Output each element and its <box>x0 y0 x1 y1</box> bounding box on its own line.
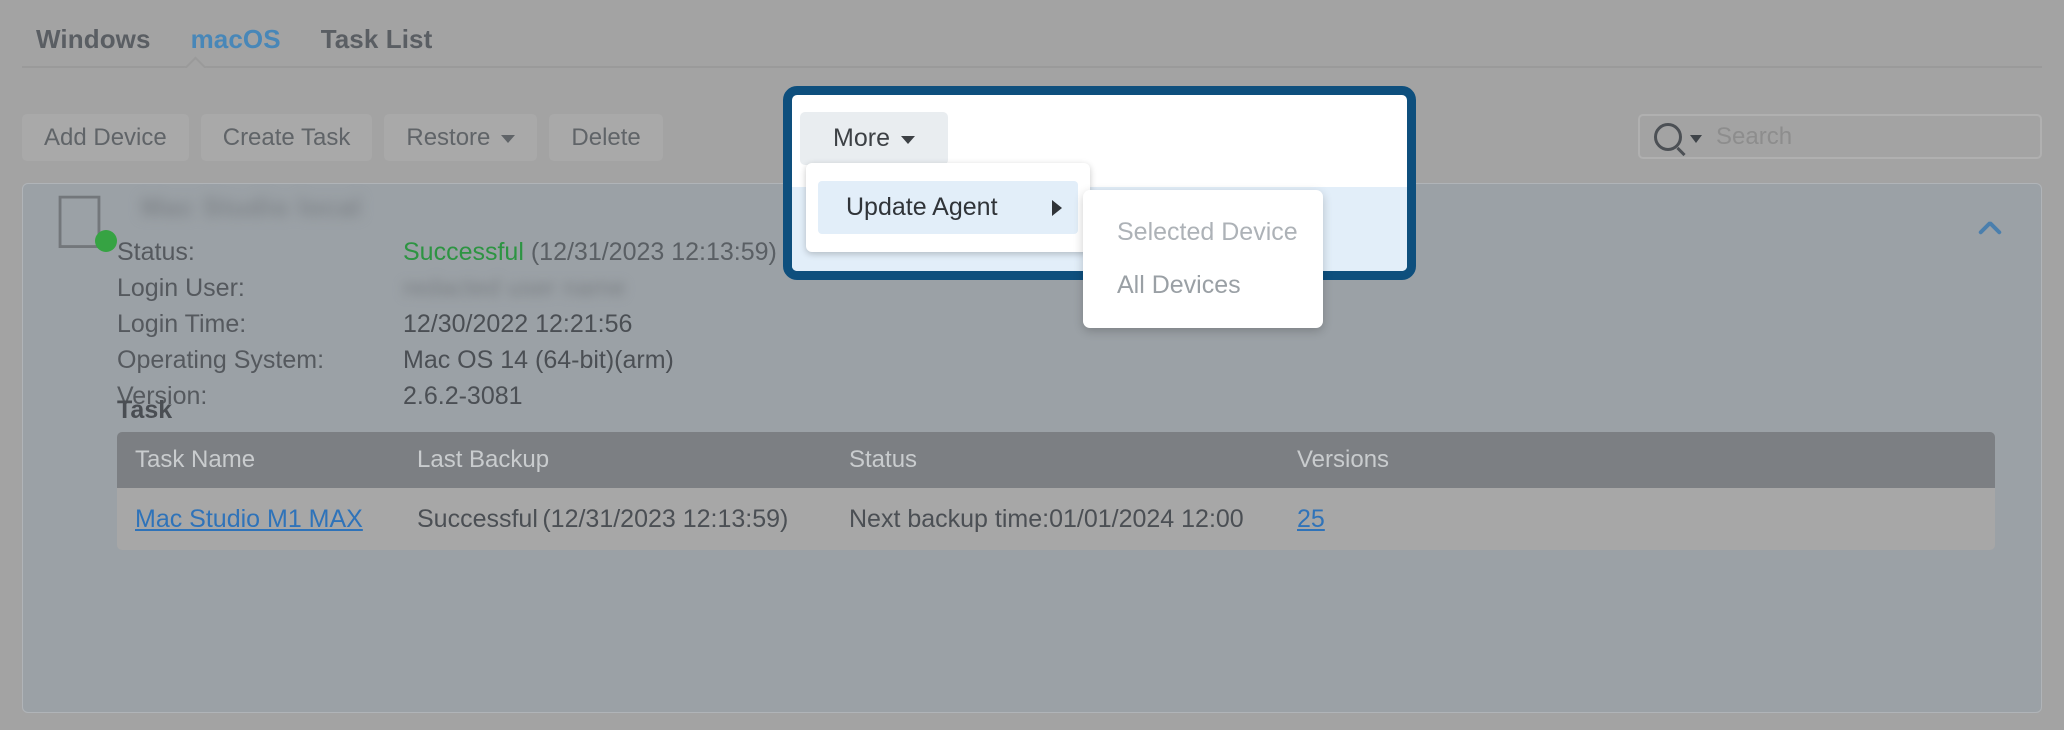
info-label: Operating System: <box>117 345 325 374</box>
row-status: Next backup time:01/01/2024 12:00 <box>849 504 1244 533</box>
status-text: Successful <box>403 237 524 266</box>
info-label: Status: <box>117 237 195 266</box>
page-root: Windows macOS Task List Add Device Creat… <box>0 0 2064 730</box>
delete-button[interactable]: Delete <box>549 114 663 161</box>
device-info-list: Status: Successful (12/31/2023 12:13:59)… <box>117 234 777 414</box>
tab-macos[interactable]: macOS <box>191 24 281 55</box>
info-value: 2.6.2-3081 <box>403 381 523 410</box>
restore-button[interactable]: Restore <box>384 114 538 161</box>
tab-divider <box>22 66 2042 68</box>
more-dropdown-menu: Update Agent <box>806 163 1090 252</box>
last-backup-time: (12/31/2023 12:13:59) <box>542 504 789 533</box>
avatar:  <box>51 185 123 266</box>
info-row-operating-system: Operating System: Mac OS 14 (64-bit)(arm… <box>117 342 777 378</box>
info-value: redacted user name <box>403 273 626 302</box>
restore-label: Restore <box>406 123 491 151</box>
info-row-login-user: Login User: redacted user name <box>117 270 777 306</box>
status-time: (12/31/2023 12:13:59) <box>530 237 777 266</box>
info-value: Successful (12/31/2023 12:13:59) <box>403 238 777 267</box>
chevron-right-icon <box>1052 199 1062 216</box>
search-input[interactable]: Search <box>1716 123 1792 151</box>
submenu-item-selected-device[interactable]: Selected Device <box>1083 206 1323 259</box>
column-header-last-backup: Last Backup <box>417 446 550 473</box>
search-box[interactable]: Search <box>1638 114 2042 159</box>
toolbar: Add Device Create Task Restore Delete <box>22 114 663 161</box>
chevron-down-icon <box>501 135 516 143</box>
task-table: Task Name Last Backup Status Versions Ma… <box>117 432 1995 550</box>
info-label: Login Time: <box>117 309 247 338</box>
column-header-versions: Versions <box>1297 446 1390 473</box>
status-badge <box>95 230 117 252</box>
chevron-down-icon <box>900 136 915 144</box>
tab-bar: Windows macOS Task List <box>0 0 2064 74</box>
last-backup-status: Successful <box>417 504 538 533</box>
more-label: More <box>833 124 890 152</box>
delete-label: Delete <box>571 123 641 151</box>
create-task-label: Create Task <box>222 123 351 151</box>
menu-item-label: Update Agent <box>846 193 998 221</box>
table-row[interactable]: Mac Studio M1 MAX Successful (12/31/2023… <box>117 488 1995 550</box>
search-icon[interactable] <box>1654 122 1682 151</box>
task-section-title: Task <box>117 396 173 424</box>
info-value: 12/30/2022 12:21:56 <box>403 309 633 338</box>
column-header-task-name: Task Name <box>135 446 256 473</box>
create-task-button[interactable]: Create Task <box>200 114 373 161</box>
tab-windows[interactable]: Windows <box>36 24 151 55</box>
add-device-label: Add Device <box>44 123 167 151</box>
info-row-status: Status: Successful (12/31/2023 12:13:59) <box>117 234 777 270</box>
active-tab-notch <box>183 55 207 68</box>
submenu-item-all-devices[interactable]: All Devices <box>1083 259 1323 312</box>
update-agent-submenu: Selected Device All Devices <box>1083 190 1323 328</box>
more-button[interactable]: More <box>800 112 948 165</box>
column-header-status: Status <box>849 446 918 473</box>
info-row-login-time: Login Time: 12/30/2022 12:21:56 <box>117 306 777 342</box>
chevron-down-icon[interactable] <box>1690 135 1702 143</box>
info-label: Login User: <box>117 273 245 302</box>
info-value: Mac OS 14 (64-bit)(arm) <box>403 345 674 374</box>
device-name: Mac Studio local <box>141 192 363 222</box>
versions-link[interactable]: 25 <box>1297 505 1325 533</box>
menu-item-update-agent[interactable]: Update Agent <box>818 181 1078 234</box>
chevron-up-icon[interactable] <box>1977 220 2003 234</box>
tab-task-list[interactable]: Task List <box>321 24 433 55</box>
tab-list: Windows macOS Task List <box>36 24 432 55</box>
table-header-row: Task Name Last Backup Status Versions <box>117 432 1995 488</box>
add-device-button[interactable]: Add Device <box>22 114 189 161</box>
task-name-link[interactable]: Mac Studio M1 MAX <box>135 505 363 533</box>
info-row-version: Version: 2.6.2-3081 <box>117 378 777 414</box>
